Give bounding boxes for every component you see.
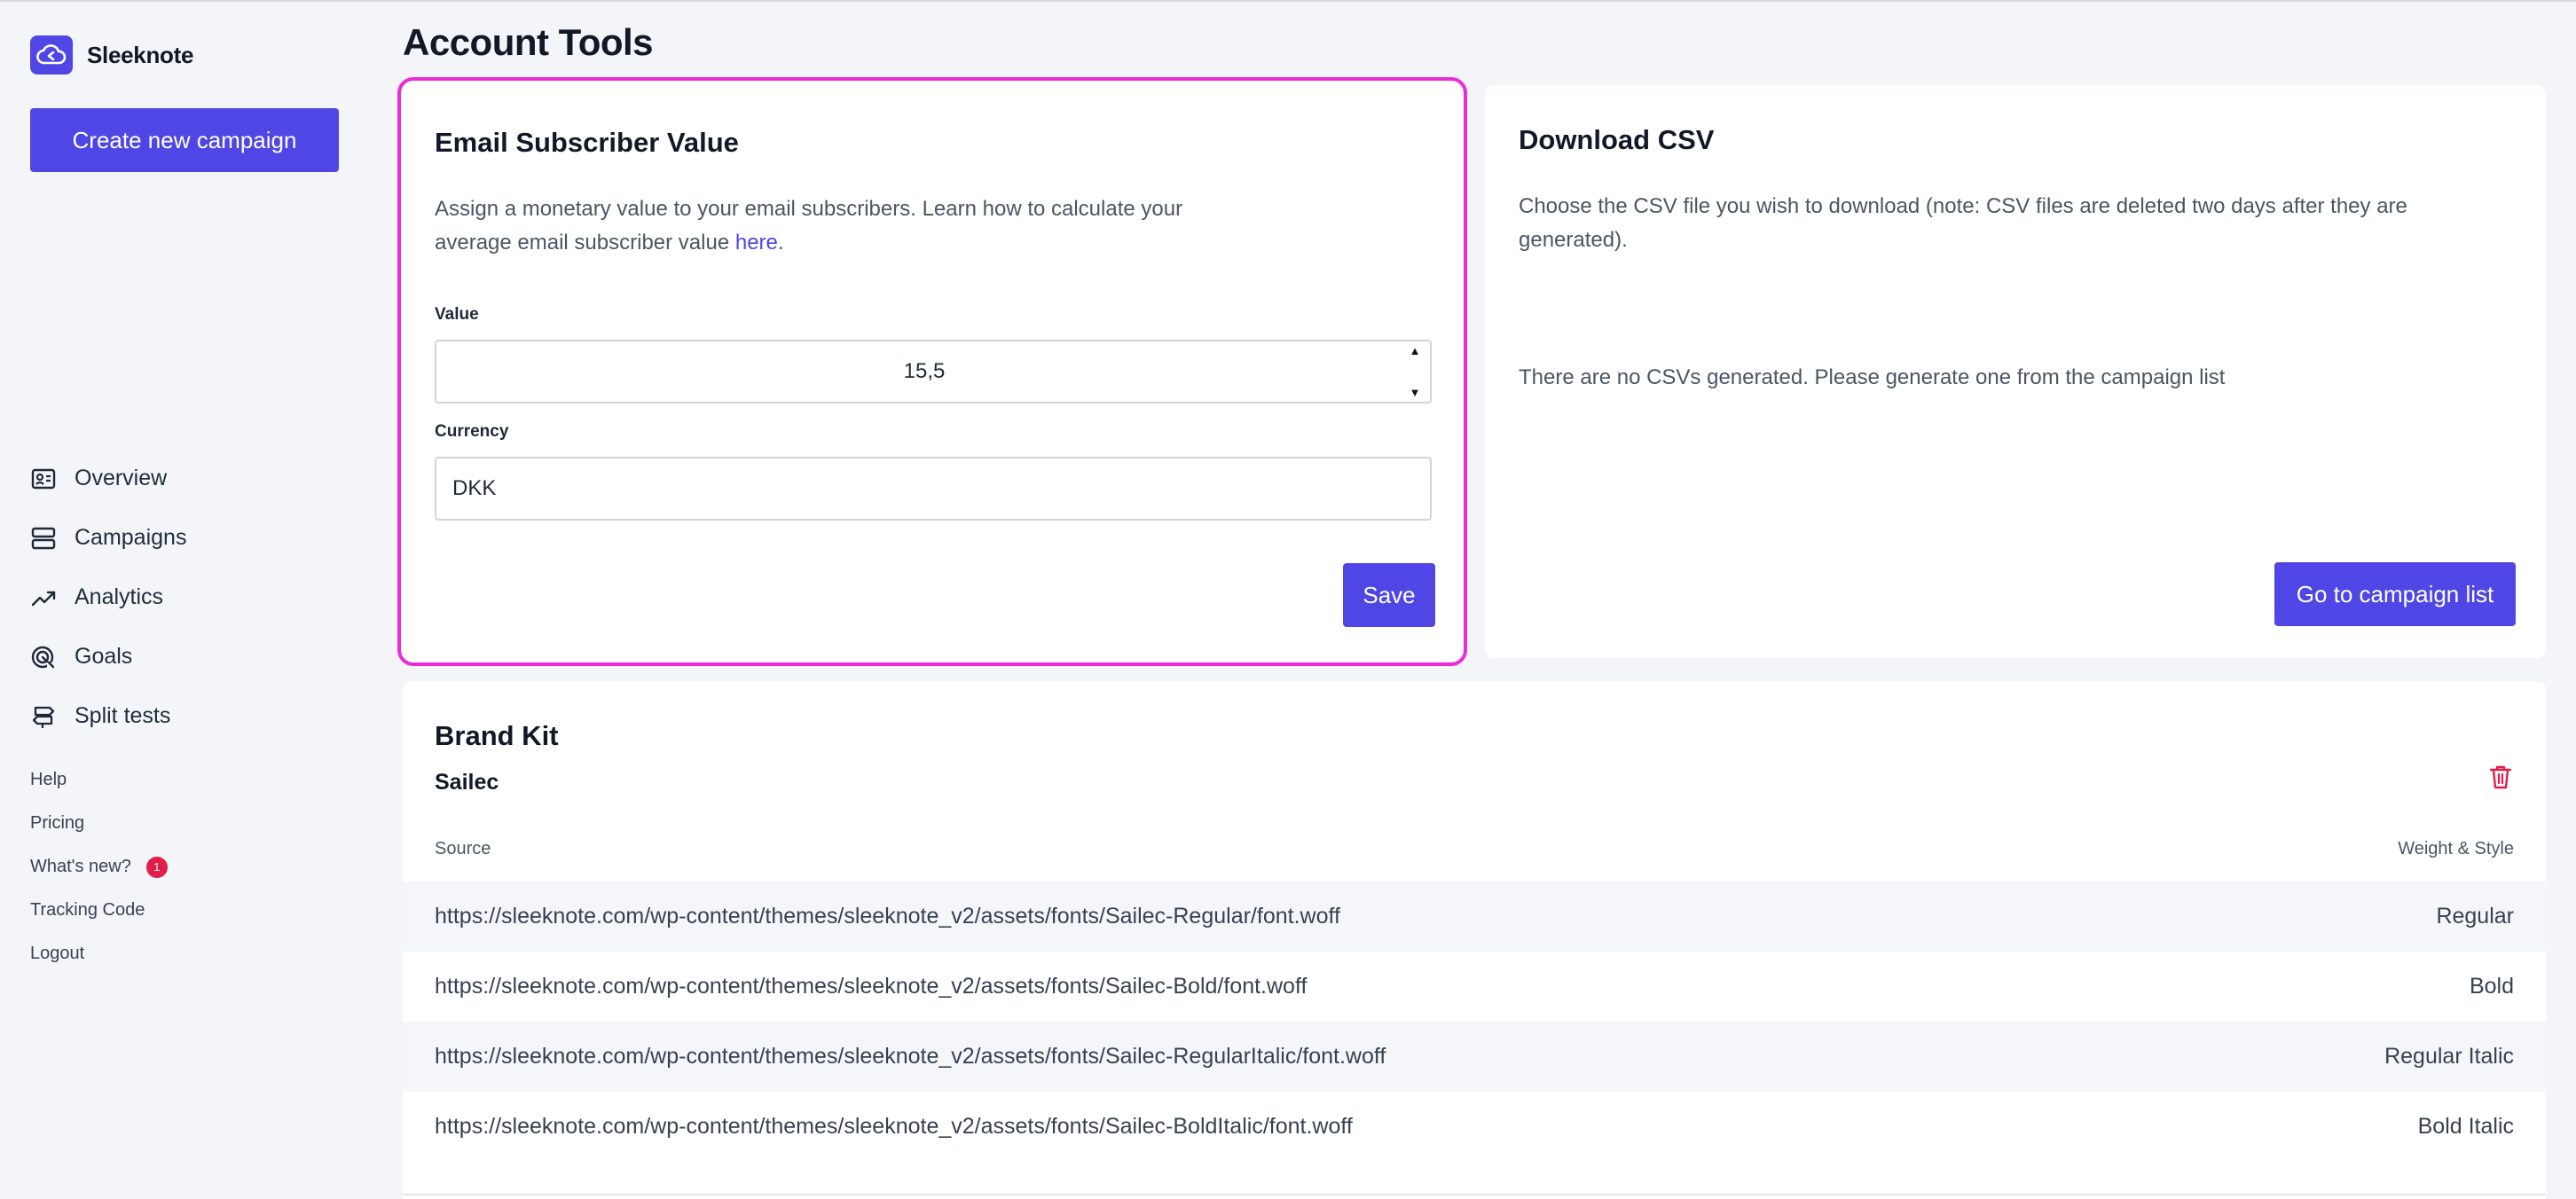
card-title: Email Subscriber Value bbox=[435, 127, 739, 158]
nav-item-overview[interactable]: Overview bbox=[30, 449, 186, 508]
weight-cell: Regular Italic bbox=[2384, 1044, 2514, 1069]
main-nav: Overview Campaigns Analytics Goals Split… bbox=[30, 449, 186, 746]
table-row: https://sleeknote.com/wp-content/themes/… bbox=[403, 1022, 2546, 1092]
nav-item-goals[interactable]: Goals bbox=[30, 627, 186, 686]
source-cell: https://sleeknote.com/wp-content/themes/… bbox=[435, 1044, 1386, 1069]
nav-label: Analytics bbox=[75, 584, 164, 609]
weight-cell: Regular bbox=[2436, 904, 2514, 929]
link-tracking-code[interactable]: Tracking Code bbox=[30, 889, 168, 932]
card-title: Brand Kit bbox=[435, 720, 559, 751]
save-button[interactable]: Save bbox=[1343, 563, 1435, 627]
currency-input[interactable] bbox=[435, 457, 1432, 521]
source-cell: https://sleeknote.com/wp-content/themes/… bbox=[435, 974, 1308, 999]
divider bbox=[403, 1194, 2546, 1195]
increment-icon[interactable]: ▲ bbox=[1410, 345, 1421, 357]
goals-icon bbox=[31, 646, 55, 670]
nav-item-analytics[interactable]: Analytics bbox=[30, 568, 186, 627]
brand-kit-card: Brand Kit Sailec Source Weight & Style h… bbox=[403, 681, 2546, 1199]
link-logout[interactable]: Logout bbox=[30, 932, 168, 976]
overview-icon bbox=[31, 468, 56, 489]
column-header-source: Source bbox=[435, 839, 491, 858]
source-cell: https://sleeknote.com/wp-content/themes/… bbox=[435, 904, 1340, 929]
logo-text: Sleeknote bbox=[87, 41, 194, 68]
card-description: Assign a monetary value to your email su… bbox=[435, 197, 1183, 255]
learn-how-link[interactable]: here bbox=[735, 231, 778, 255]
weight-cell: Bold bbox=[2469, 974, 2514, 999]
currency-label: Currency bbox=[435, 422, 509, 441]
nav-label: Split tests bbox=[75, 703, 171, 728]
analytics-icon bbox=[31, 591, 56, 606]
decrement-icon[interactable]: ▼ bbox=[1410, 387, 1421, 398]
value-input[interactable] bbox=[435, 340, 1432, 404]
nav-item-campaigns[interactable]: Campaigns bbox=[30, 508, 186, 568]
logo[interactable]: Sleeknote bbox=[30, 35, 193, 74]
table-row: https://sleeknote.com/wp-content/themes/… bbox=[403, 882, 2546, 952]
cloud-icon bbox=[30, 35, 73, 74]
table-header: Source Weight & Style bbox=[435, 839, 2514, 859]
go-to-campaign-list-button[interactable]: Go to campaign list bbox=[2274, 562, 2516, 626]
table-row: https://sleeknote.com/wp-content/themes/… bbox=[403, 1092, 2546, 1162]
value-label: Value bbox=[435, 305, 479, 324]
nav-item-split-tests[interactable]: Split tests bbox=[30, 686, 186, 746]
card-title: Download CSV bbox=[1519, 124, 1715, 155]
card-description: Choose the CSV file you wish to download… bbox=[1519, 194, 2407, 252]
table-row: https://sleeknote.com/wp-content/themes/… bbox=[403, 952, 2546, 1022]
email-subscriber-value-card: Email Subscriber Value Assign a monetary… bbox=[397, 77, 1467, 666]
nav-label: Overview bbox=[75, 466, 168, 490]
link-help[interactable]: Help bbox=[30, 758, 168, 802]
secondary-links: Help Pricing What's new? 1 Tracking Code… bbox=[30, 758, 168, 976]
split-tests-icon bbox=[32, 706, 55, 728]
page-title: Account Tools bbox=[403, 21, 654, 63]
sidebar: Sleeknote Create new campaign Overview C… bbox=[0, 0, 373, 1199]
link-whats-new[interactable]: What's new? 1 bbox=[30, 845, 168, 889]
campaigns-icon bbox=[31, 527, 56, 549]
notification-badge: 1 bbox=[145, 856, 168, 878]
empty-state-note: There are no CSVs generated. Please gene… bbox=[1519, 365, 2226, 389]
link-label: What's new? bbox=[30, 857, 131, 876]
weight-cell: Bold Italic bbox=[2417, 1114, 2514, 1139]
nav-label: Goals bbox=[75, 644, 133, 669]
download-csv-card: Download CSV Choose the CSV file you wis… bbox=[1485, 85, 2546, 658]
font-name: Sailec bbox=[435, 770, 499, 795]
source-cell: https://sleeknote.com/wp-content/themes/… bbox=[435, 1114, 1353, 1139]
top-border bbox=[0, 0, 2576, 2]
link-pricing[interactable]: Pricing bbox=[30, 802, 168, 845]
value-stepper[interactable]: ▲ ▼ bbox=[1402, 345, 1428, 398]
column-header-weight: Weight & Style bbox=[2398, 839, 2514, 858]
nav-label: Campaigns bbox=[75, 525, 187, 550]
create-campaign-button[interactable]: Create new campaign bbox=[30, 108, 339, 172]
font-source-table: https://sleeknote.com/wp-content/themes/… bbox=[403, 882, 2546, 1162]
trash-icon[interactable] bbox=[2487, 763, 2514, 791]
